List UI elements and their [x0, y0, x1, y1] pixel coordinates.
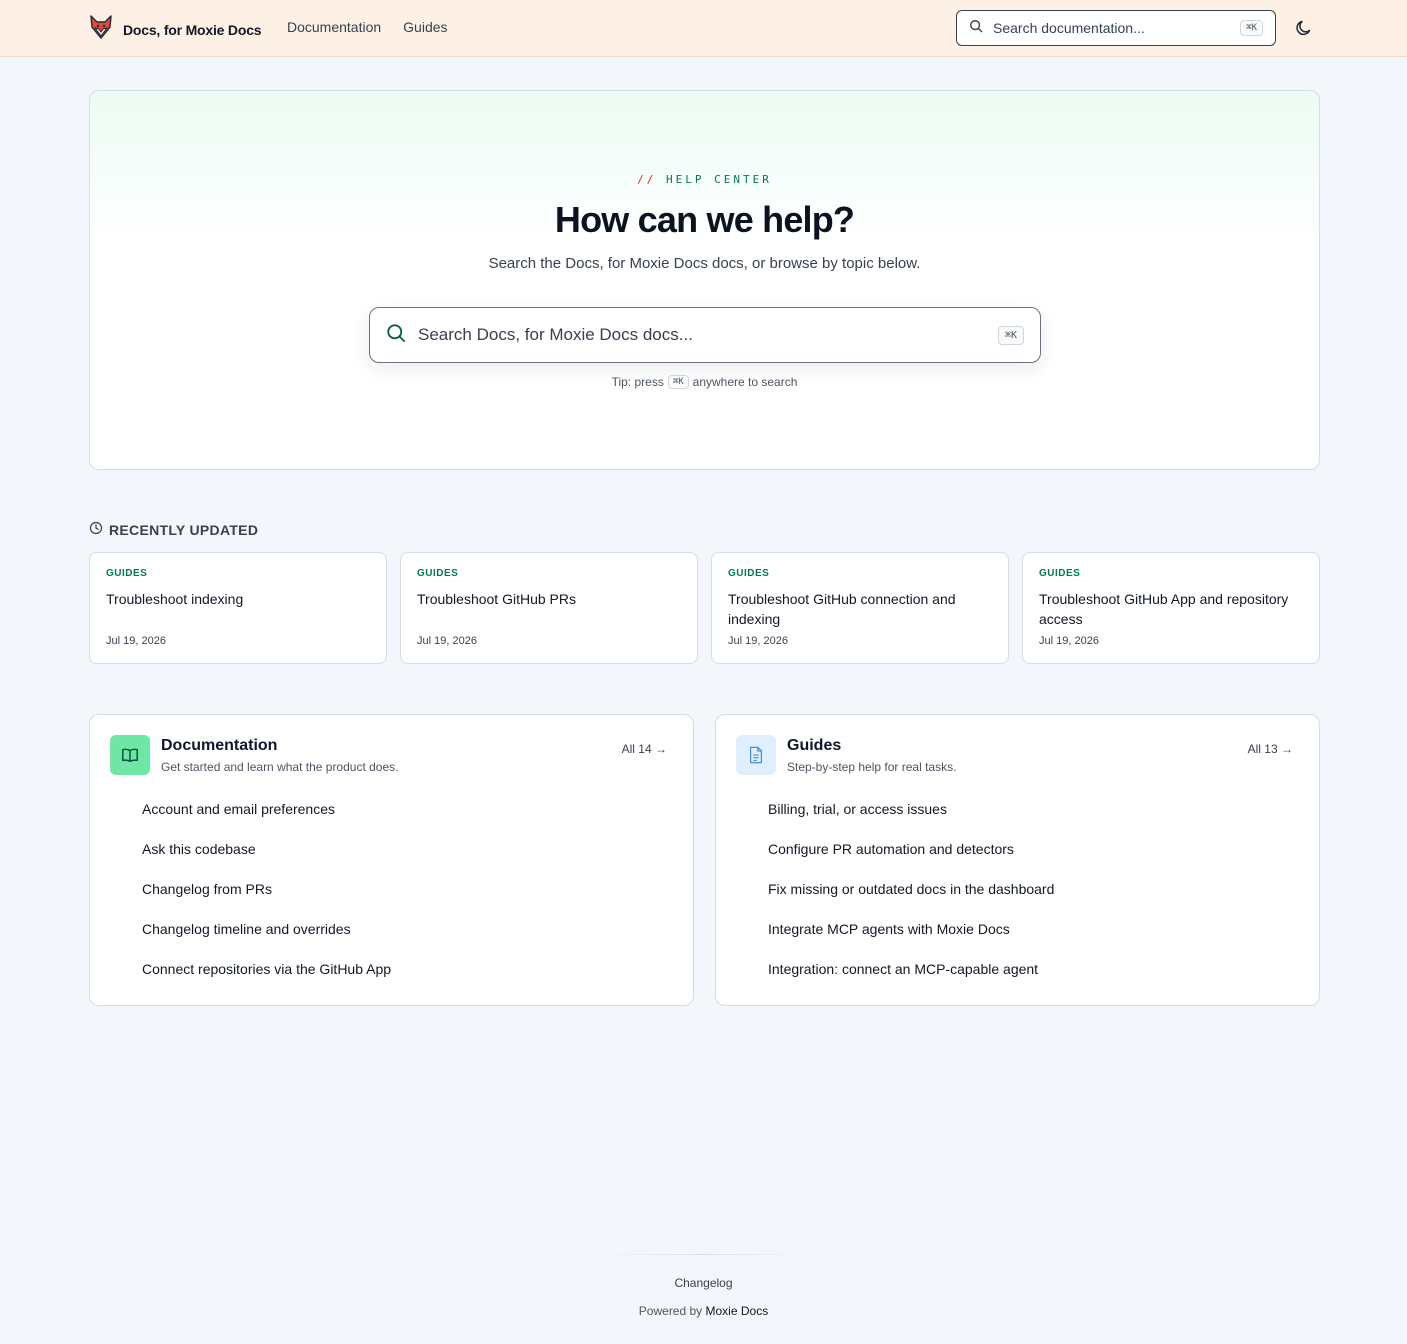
fox-logo-icon [89, 14, 113, 45]
list-item[interactable]: Integrate MCP agents with Moxie Docs [768, 919, 1054, 959]
card-title: Troubleshoot GitHub connection and index… [728, 591, 956, 627]
card-date: Jul 19, 2026 [106, 635, 166, 647]
card-date: Jul 19, 2026 [417, 635, 477, 647]
recent-cards: GUIDES Troubleshoot indexing Jul 19, 202… [89, 552, 1320, 664]
hero-eyebrow: // HELP CENTER [90, 173, 1319, 186]
tip-suffix: anywhere to search [692, 375, 798, 389]
main-nav: Documentation Guides [287, 19, 448, 35]
header-search-input[interactable]: Search documentation... ⌘K [956, 10, 1276, 46]
moon-icon[interactable] [1294, 18, 1314, 38]
search-icon [969, 19, 983, 38]
card-date: Jul 19, 2026 [1039, 635, 1099, 647]
hero-search-input[interactable]: Search Docs, for Moxie Docs docs... ⌘K [369, 307, 1041, 363]
card-category: GUIDES [417, 568, 459, 579]
header-search-shortcut: ⌘K [1240, 20, 1263, 36]
tip-key: ⌘K [667, 375, 689, 389]
recent-card[interactable]: GUIDES Troubleshoot GitHub connection an… [711, 552, 1009, 664]
card-category: GUIDES [1039, 568, 1081, 579]
list-item[interactable]: Changelog timeline and overrides [142, 919, 391, 959]
header-search-placeholder: Search documentation... [993, 20, 1145, 36]
footer-powered-by: Powered by Moxie Docs [0, 1304, 1407, 1318]
hero-search-shortcut: ⌘K [997, 325, 1024, 345]
list-item[interactable]: Integration: connect an MCP-capable agen… [768, 959, 1054, 999]
footer-divider [603, 1254, 803, 1255]
hero-subtitle: Search the Docs, for Moxie Docs docs, or… [488, 255, 921, 272]
hero-title: How can we help? [554, 199, 855, 240]
list-item[interactable]: Connect repositories via the GitHub App [142, 959, 391, 999]
documentation-description: Get started and learn what the product d… [161, 760, 399, 774]
card-category: GUIDES [106, 568, 148, 579]
powered-brand-link[interactable]: Moxie Docs [706, 1304, 769, 1318]
list-item[interactable]: Account and email preferences [142, 799, 391, 839]
recent-card[interactable]: GUIDES Troubleshoot GitHub PRs Jul 19, 2… [400, 552, 698, 664]
documentation-list: Account and email preferences Ask this c… [142, 799, 391, 999]
clock-icon [89, 521, 103, 538]
list-item[interactable]: Changelog from PRs [142, 879, 391, 919]
recent-heading-text: RECENTLY UPDATED [109, 521, 259, 538]
list-item[interactable]: Configure PR automation and detectors [768, 839, 1054, 879]
list-item[interactable]: Billing, trial, or access issues [768, 799, 1054, 839]
card-date: Jul 19, 2026 [728, 635, 788, 647]
powered-prefix: Powered by [638, 1304, 703, 1318]
search-tip: Tip: press ⌘K anywhere to search [90, 375, 1319, 389]
card-title: Troubleshoot GitHub PRs [417, 591, 576, 607]
document-icon [736, 735, 776, 775]
documentation-title: Documentation [161, 737, 278, 754]
recent-card[interactable]: GUIDES Troubleshoot indexing Jul 19, 202… [89, 552, 387, 664]
list-item[interactable]: Ask this codebase [142, 839, 391, 879]
recent-card[interactable]: GUIDES Troubleshoot GitHub App and repos… [1022, 552, 1320, 664]
nav-documentation[interactable]: Documentation [287, 19, 381, 35]
hero-panel: // HELP CENTER How can we help? Search t… [89, 90, 1320, 470]
guides-section: Guides Step-by-step help for real tasks.… [715, 714, 1320, 1006]
recent-heading: RECENTLY UPDATED [89, 521, 258, 538]
card-title: Troubleshoot indexing [106, 591, 244, 607]
nav-guides[interactable]: Guides [403, 19, 447, 35]
search-icon [386, 323, 406, 348]
guides-all-link[interactable]: All 13 → [1248, 742, 1293, 756]
guides-title: Guides [787, 737, 842, 754]
eyebrow-slash: // [637, 173, 657, 186]
guides-description: Step-by-step help for real tasks. [787, 760, 957, 774]
brand-link[interactable]: Docs, for Moxie Docs [89, 14, 262, 45]
eyebrow-text: HELP CENTER [666, 173, 772, 186]
footer-changelog-link[interactable]: Changelog [0, 1276, 1407, 1290]
tip-prefix: Tip: press [611, 375, 664, 389]
brand-name: Docs, for Moxie Docs [123, 21, 262, 38]
list-item[interactable]: Fix missing or outdated docs in the dash… [768, 879, 1054, 919]
top-navbar: Docs, for Moxie Docs Documentation Guide… [0, 0, 1407, 57]
documentation-section: Documentation Get started and learn what… [89, 714, 694, 1006]
documentation-all-link[interactable]: All 14 → [622, 742, 667, 756]
hero-search-placeholder: Search Docs, for Moxie Docs docs... [418, 325, 693, 344]
card-category: GUIDES [728, 568, 770, 579]
book-icon [110, 735, 150, 775]
card-title: Troubleshoot GitHub App and repository a… [1039, 591, 1289, 627]
guides-list: Billing, trial, or access issues Configu… [768, 799, 1054, 999]
